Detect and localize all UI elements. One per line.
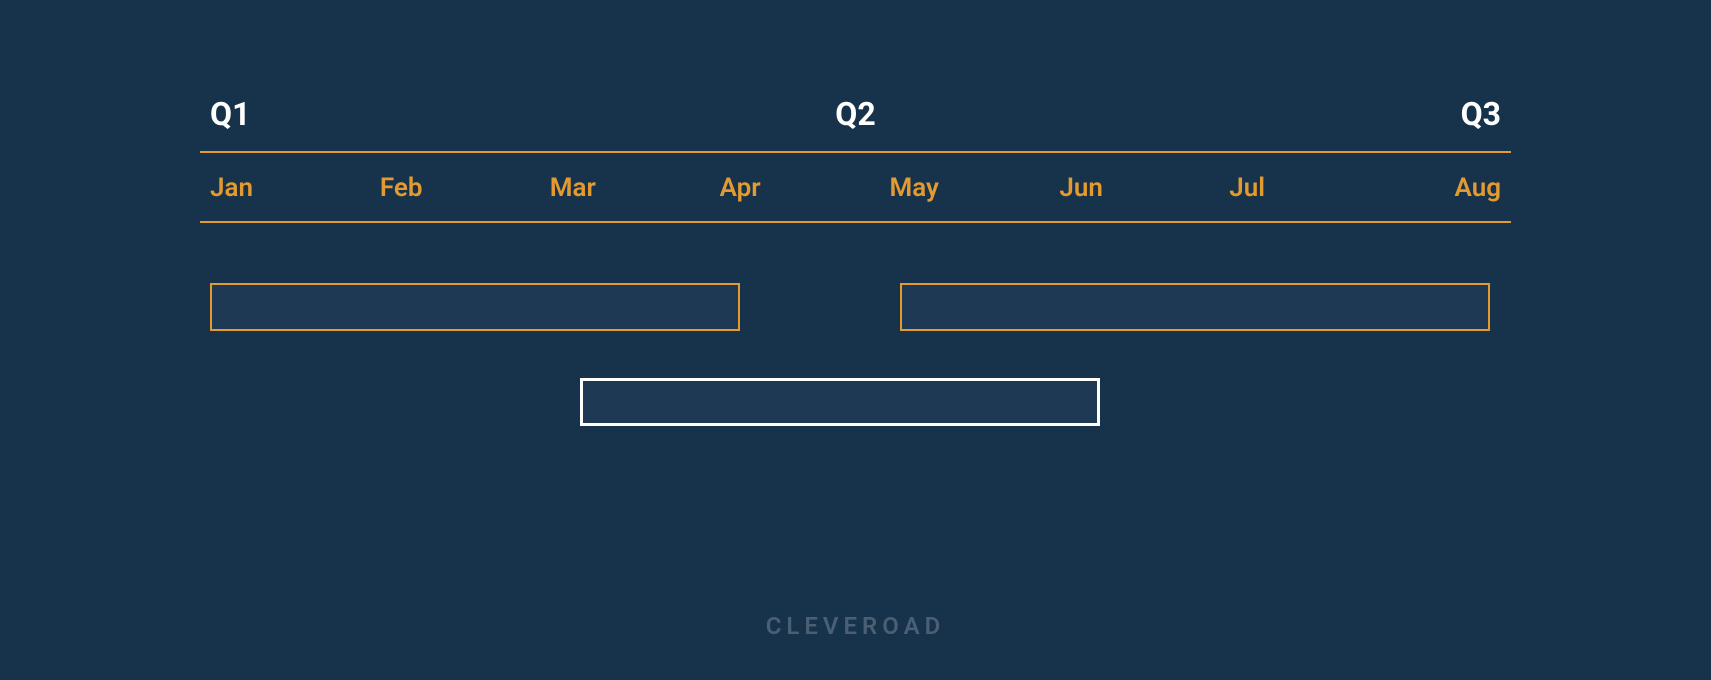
timeline-container: Q1 Q2 Q3 Jan Feb Mar Apr May Jun Jul Aug: [200, 95, 1511, 483]
gantt-bar-task-1: [210, 283, 740, 331]
quarter-label: Q3: [1461, 95, 1501, 133]
gantt-bar-task-3: [580, 378, 1100, 426]
watermark: CLEVEROAD: [0, 612, 1711, 640]
gantt-bar-task-2: [900, 283, 1490, 331]
month-label: Jan: [210, 173, 380, 203]
month-label: Aug: [1399, 173, 1501, 203]
month-label: Jun: [1059, 173, 1229, 203]
month-label: Feb: [380, 173, 550, 203]
quarter-label: Q2: [835, 95, 875, 133]
gantt-area: [200, 283, 1511, 483]
month-label: Apr: [720, 173, 890, 203]
quarters-row: Q1 Q2 Q3: [200, 95, 1511, 153]
months-row: Jan Feb Mar Apr May Jun Jul Aug: [200, 173, 1511, 223]
month-label: Mar: [550, 173, 720, 203]
month-label: Jul: [1229, 173, 1399, 203]
month-label: May: [890, 173, 1060, 203]
quarter-label: Q1: [210, 95, 250, 133]
